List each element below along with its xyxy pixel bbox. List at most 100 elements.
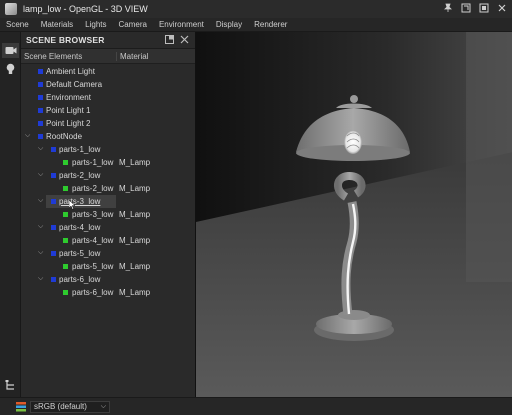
tree-item-default-camera[interactable]: Default Camera [21, 78, 195, 91]
status-bar: sRGB (default) ⌵ [0, 397, 512, 415]
color-space-value: sRGB (default) [34, 402, 87, 411]
material-cell: M_Lamp [119, 236, 151, 245]
object-marker-icon [51, 199, 56, 204]
light-bulb-icon[interactable] [2, 61, 19, 76]
restore-icon[interactable] [460, 2, 472, 14]
tree-item-label: parts-3_low [72, 210, 114, 219]
object-marker-icon [51, 225, 56, 230]
close-icon[interactable] [496, 2, 508, 14]
tree-item-label: parts-6_low [59, 275, 101, 284]
scene-browser-panel: SCENE BROWSER Scene Elements Material Am… [21, 32, 195, 397]
tree-item-label: RootNode [46, 132, 83, 141]
object-marker-icon [38, 69, 43, 74]
object-marker-icon [38, 95, 43, 100]
menu-materials[interactable]: Materials [35, 20, 79, 29]
3d-viewport[interactable] [195, 32, 512, 397]
tree-item-parts-5[interactable]: ⌵ parts-5_low [21, 247, 195, 260]
tree-item-label: Point Light 2 [46, 119, 91, 128]
chevron-down-icon[interactable]: ⌵ [38, 196, 43, 205]
tree-item-mesh-parts-6[interactable]: parts-6_low M_Lamp [21, 286, 195, 299]
object-marker-icon [51, 147, 56, 152]
column-material[interactable]: Material [117, 52, 148, 61]
tree-item-environment[interactable]: Environment [21, 91, 195, 104]
material-cell: M_Lamp [119, 158, 151, 167]
chevron-down-icon[interactable]: ⌵ [25, 131, 30, 140]
tree-item-root-node[interactable]: ⌵ RootNode [21, 130, 195, 143]
app-icon [5, 3, 17, 15]
tree-item-label: parts-5_low [72, 262, 114, 271]
chevron-down-icon[interactable]: ⌵ [38, 274, 43, 283]
scene-browser-title: SCENE BROWSER [26, 35, 105, 45]
mesh-marker-icon [63, 290, 68, 295]
left-toolbar [0, 32, 21, 397]
object-marker-icon [38, 108, 43, 113]
tree-item-label: parts-4_low [72, 236, 114, 245]
camera-icon[interactable] [2, 43, 19, 58]
column-scene-elements[interactable]: Scene Elements [21, 51, 117, 61]
chevron-down-icon[interactable]: ⌵ [38, 144, 43, 153]
chevron-down-icon: ⌵ [100, 401, 106, 410]
tree-item-label: parts-4_low [59, 223, 101, 232]
chevron-down-icon[interactable]: ⌵ [38, 248, 43, 257]
menu-environment[interactable]: Environment [153, 20, 210, 29]
scene-browser-header: SCENE BROWSER [21, 32, 195, 49]
tree-item-mesh-parts-2[interactable]: parts-2_low M_Lamp [21, 182, 195, 195]
chevron-down-icon[interactable]: ⌵ [38, 170, 43, 179]
maximize-icon[interactable] [478, 2, 490, 14]
object-marker-icon [51, 251, 56, 256]
tree-item-parts-2[interactable]: ⌵ parts-2_low [21, 169, 195, 182]
layers-icon [15, 401, 27, 412]
tree-item-label: Default Camera [46, 80, 103, 89]
tree-item-label: parts-2_low [72, 184, 114, 193]
hierarchy-icon[interactable] [2, 378, 19, 393]
object-marker-icon [51, 173, 56, 178]
tree-item-label: Ambient Light [46, 67, 95, 76]
panel-close-icon[interactable] [180, 35, 189, 47]
menu-display[interactable]: Display [210, 20, 248, 29]
material-cell: M_Lamp [119, 262, 151, 271]
object-marker-icon [38, 121, 43, 126]
title-bar: lamp_low - OpenGL - 3D VIEW [0, 0, 512, 18]
object-marker-icon [51, 277, 56, 282]
mesh-marker-icon [63, 160, 68, 165]
tree-item-label: parts-5_low [59, 249, 101, 258]
tree-item-mesh-parts-5[interactable]: parts-5_low M_Lamp [21, 260, 195, 273]
tree-item-parts-4[interactable]: ⌵ parts-4_low [21, 221, 195, 234]
undock-icon[interactable] [165, 35, 174, 47]
tree-item-parts-3[interactable]: ⌵ parts-3_low [21, 195, 195, 210]
column-header: Scene Elements Material [21, 49, 195, 64]
pin-icon[interactable] [442, 2, 454, 14]
menu-bar: Scene Materials Lights Camera Environmen… [0, 18, 512, 32]
menu-scene[interactable]: Scene [0, 20, 35, 29]
mesh-marker-icon [63, 212, 68, 217]
color-space-select[interactable]: sRGB (default) ⌵ [30, 400, 110, 413]
tree-item-point-light-2[interactable]: Point Light 2 [21, 117, 195, 130]
window-controls [442, 2, 508, 14]
tree-item-label: parts-6_low [72, 288, 114, 297]
menu-lights[interactable]: Lights [79, 20, 112, 29]
tree-item-ambient-light[interactable]: Ambient Light [21, 65, 195, 78]
material-cell: M_Lamp [119, 210, 151, 219]
lamp-render [196, 32, 512, 397]
mesh-marker-icon [63, 238, 68, 243]
tree-item-label: Environment [46, 93, 91, 102]
tree-item-mesh-parts-1[interactable]: parts-1_low M_Lamp [21, 156, 195, 169]
material-cell: M_Lamp [119, 184, 151, 193]
tree-item-label: parts-1_low [72, 158, 114, 167]
tree-item-mesh-parts-3[interactable]: parts-3_low M_Lamp [21, 208, 195, 221]
menu-camera[interactable]: Camera [113, 20, 153, 29]
window-title: lamp_low - OpenGL - 3D VIEW [23, 4, 148, 14]
tree-item-parts-1[interactable]: ⌵ parts-1_low [21, 143, 195, 156]
tree-item-label: Point Light 1 [46, 106, 91, 115]
mesh-marker-icon [63, 186, 68, 191]
menu-renderer[interactable]: Renderer [248, 20, 293, 29]
tree-item-mesh-parts-4[interactable]: parts-4_low M_Lamp [21, 234, 195, 247]
tree-item-label: parts-3_low [59, 197, 101, 206]
chevron-down-icon[interactable]: ⌵ [38, 222, 43, 231]
mesh-marker-icon [63, 264, 68, 269]
tree-item-parts-6[interactable]: ⌵ parts-6_low [21, 273, 195, 286]
object-marker-icon [38, 134, 43, 139]
tree-item-point-light-1[interactable]: Point Light 1 [21, 104, 195, 117]
tree-item-label: parts-1_low [59, 145, 101, 154]
material-cell: M_Lamp [119, 288, 151, 297]
